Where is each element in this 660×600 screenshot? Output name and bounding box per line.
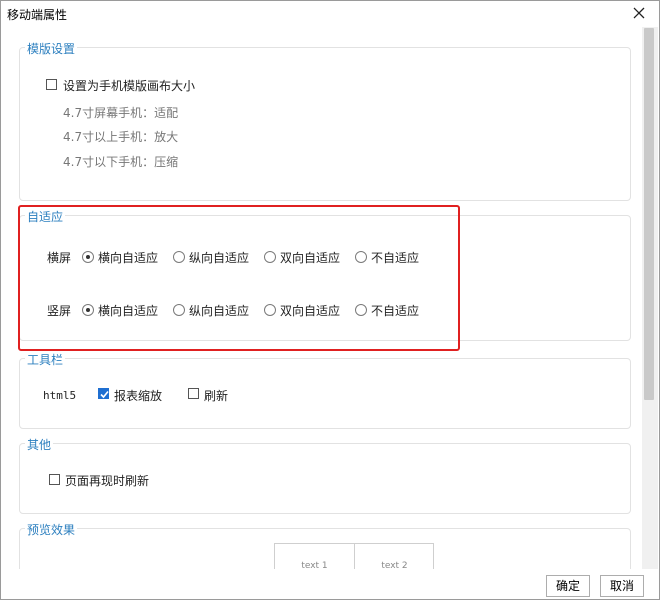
phone-template-checkbox[interactable] xyxy=(46,79,57,90)
page-reshow-refresh-label: 页面再现时刷新 xyxy=(65,474,150,488)
preview-table: text 1 text 2 xyxy=(274,543,434,569)
vertical-scrollbar[interactable] xyxy=(642,27,658,569)
close-icon[interactable] xyxy=(629,3,649,23)
toolbar-title: 工具栏 xyxy=(25,351,66,368)
dialog-content: 模版设置 设置为手机模版画布大小 4.7寸屏幕手机：适配 4.7寸以上手机：放大… xyxy=(1,27,641,569)
hint-enlarge: 4.7寸以上手机：放大 xyxy=(63,130,179,144)
template-settings-group xyxy=(19,47,631,201)
toolbar-group xyxy=(19,358,631,429)
adaptive-highlight-box xyxy=(18,205,460,351)
cancel-button[interactable]: 取消 xyxy=(600,575,644,597)
preview-cell: text 2 xyxy=(354,544,434,569)
preview-title: 预览效果 xyxy=(25,521,78,538)
window-title: 移动端属性 xyxy=(7,8,68,22)
hint-adapt: 4.7寸屏幕手机：适配 xyxy=(63,106,179,120)
mobile-properties-dialog: 移动端属性 模版设置 设置为手机模版画布大小 4.7寸屏幕手机：适配 4.7寸以… xyxy=(0,0,660,600)
refresh-label: 刷新 xyxy=(204,389,229,403)
page-reshow-refresh-checkbox[interactable] xyxy=(49,474,60,485)
dialog-footer: 确定 取消 xyxy=(1,569,659,599)
template-settings-title: 模版设置 xyxy=(25,40,78,57)
phone-template-label: 设置为手机模版画布大小 xyxy=(63,79,196,93)
hint-compress: 4.7寸以下手机：压缩 xyxy=(63,155,179,169)
report-zoom-checkbox[interactable] xyxy=(98,388,109,399)
refresh-checkbox[interactable] xyxy=(188,388,199,399)
html5-label: html5 xyxy=(43,389,77,402)
preview-cell: text 1 xyxy=(301,561,328,569)
ok-button[interactable]: 确定 xyxy=(546,575,590,597)
other-title: 其他 xyxy=(25,436,54,453)
report-zoom-label: 报表缩放 xyxy=(114,389,163,403)
title-bar: 移动端属性 xyxy=(1,1,659,27)
scrollbar-thumb[interactable] xyxy=(644,28,654,400)
